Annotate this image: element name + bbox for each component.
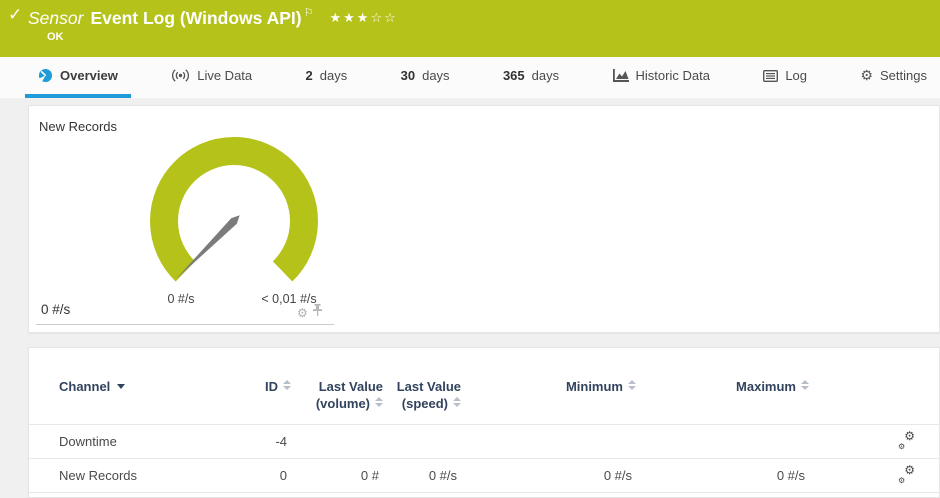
- column-label: Last Value: [397, 379, 461, 394]
- cell-id: -4: [239, 425, 291, 459]
- cell-last-value-speed: [383, 425, 461, 459]
- tab-number: 30: [401, 68, 415, 83]
- channel-name[interactable]: New Records: [29, 459, 239, 493]
- gauge-chart: [139, 136, 329, 298]
- column-label: Minimum: [566, 379, 623, 394]
- list-icon: [763, 70, 778, 82]
- tab-label: Historic Data: [636, 68, 710, 83]
- column-header-minimum[interactable]: Minimum: [461, 376, 636, 425]
- tab-overview[interactable]: Overview: [25, 57, 131, 98]
- sensor-header: ✓ Sensor Event Log (Windows API)⚐ ★★★☆☆ OK: [0, 0, 940, 57]
- column-header-last-value-speed[interactable]: Last Value (speed): [383, 376, 461, 425]
- tab-label: Settings: [880, 68, 927, 83]
- tab-label: Live Data: [197, 68, 252, 83]
- channel-name[interactable]: Downtime: [29, 425, 239, 459]
- column-header-last-value-volume[interactable]: Last Value (volume): [291, 376, 383, 425]
- gauge-needle: [176, 215, 240, 279]
- stars-filled: ★★★: [329, 10, 370, 25]
- column-header-actions: [809, 376, 939, 425]
- tab-bar: Overview Live Data 2 days 30 days 365 da…: [0, 57, 940, 98]
- sort-icon: [283, 380, 291, 390]
- gauge-current-value: 0 #/s: [41, 302, 70, 317]
- broadcast-icon: [171, 69, 190, 82]
- channel-table: Channel ID Last Value (volume) Last Valu…: [29, 376, 939, 493]
- cell-minimum: [461, 425, 636, 459]
- sort-icon: [628, 380, 636, 390]
- sensor-kind-label: Sensor: [28, 8, 83, 28]
- tab-live-data[interactable]: Live Data: [158, 57, 265, 98]
- tab-label: Overview: [60, 68, 118, 83]
- column-label: Last Value: [319, 379, 383, 394]
- pin-icon[interactable]: [312, 304, 323, 322]
- gauge-settings-gear-icon[interactable]: ⚙: [297, 307, 308, 319]
- tab-number: 365: [503, 68, 525, 83]
- tab-settings[interactable]: ⚙ Settings: [847, 57, 940, 98]
- column-label: (volume): [316, 396, 370, 411]
- page-title: Event Log (Windows API): [90, 8, 301, 28]
- flag-icon[interactable]: ⚐: [304, 7, 314, 19]
- table-row-downtime[interactable]: Downtime -4 ⚙⚙: [29, 425, 939, 459]
- gauge-toolbar: ⚙: [297, 304, 323, 322]
- gauge-divider: [36, 324, 334, 325]
- prtg-sensor-page: ✓ Sensor Event Log (Windows API)⚐ ★★★☆☆ OK…: [0, 0, 940, 498]
- sort-icon: [453, 397, 461, 407]
- tab-30-days[interactable]: 30 days: [388, 57, 463, 98]
- cell-maximum: 0 #/s: [636, 459, 809, 493]
- cell-id: 0: [239, 459, 291, 493]
- cell-minimum: 0 #/s: [461, 459, 636, 493]
- tab-number: 2: [306, 68, 313, 83]
- column-label: ID: [265, 379, 278, 394]
- column-label: Maximum: [736, 379, 796, 394]
- gauge-icon: [38, 68, 53, 83]
- cell-last-value-volume: [291, 425, 383, 459]
- tab-label: days: [422, 68, 449, 83]
- table-row-new-records[interactable]: New Records 0 0 # 0 #/s 0 #/s 0 #/s ⚙⚙: [29, 459, 939, 493]
- tab-historic-data[interactable]: Historic Data: [600, 57, 723, 98]
- cell-last-value-volume: 0 #: [291, 459, 383, 493]
- tab-label: Log: [785, 68, 807, 83]
- tab-2-days[interactable]: 2 days: [293, 57, 361, 98]
- cell-last-value-speed: 0 #/s: [383, 459, 461, 493]
- channel-settings-gears-icon[interactable]: ⚙⚙: [898, 467, 915, 482]
- sort-icon: [801, 380, 809, 390]
- gauge-panel: New Records 0 #/s < 0,01 #/s 0 #/s ⚙: [28, 105, 940, 333]
- cell-actions: ⚙⚙: [809, 459, 939, 493]
- channel-settings-gears-icon[interactable]: ⚙⚙: [898, 433, 915, 448]
- sort-icon: [375, 397, 383, 407]
- gauge-title: New Records: [39, 119, 117, 134]
- channel-table-panel: Channel ID Last Value (volume) Last Valu…: [28, 347, 940, 498]
- gauge-min-label: 0 #/s: [167, 292, 194, 306]
- tab-label: days: [532, 68, 559, 83]
- status-badge: OK: [47, 31, 64, 43]
- column-header-id[interactable]: ID: [239, 376, 291, 425]
- column-label: (speed): [402, 396, 448, 411]
- star-rating[interactable]: ★★★☆☆: [329, 10, 397, 25]
- tab-365-days[interactable]: 365 days: [490, 57, 572, 98]
- column-header-channel[interactable]: Channel: [29, 376, 239, 425]
- table-header-row: Channel ID Last Value (volume) Last Valu…: [29, 376, 939, 425]
- chart-icon: [613, 69, 629, 82]
- column-header-maximum[interactable]: Maximum: [636, 376, 809, 425]
- sort-desc-icon: [117, 384, 125, 389]
- tab-label: days: [320, 68, 347, 83]
- cell-maximum: [636, 425, 809, 459]
- cell-actions: ⚙⚙: [809, 425, 939, 459]
- column-label: Channel: [59, 379, 110, 394]
- stars-empty: ☆☆: [370, 10, 397, 25]
- status-check-icon: ✓: [8, 5, 22, 25]
- tab-log[interactable]: Log: [750, 57, 820, 98]
- gear-icon: ⚙: [860, 67, 873, 84]
- sensor-title-line: Sensor Event Log (Windows API)⚐ ★★★☆☆: [28, 6, 398, 29]
